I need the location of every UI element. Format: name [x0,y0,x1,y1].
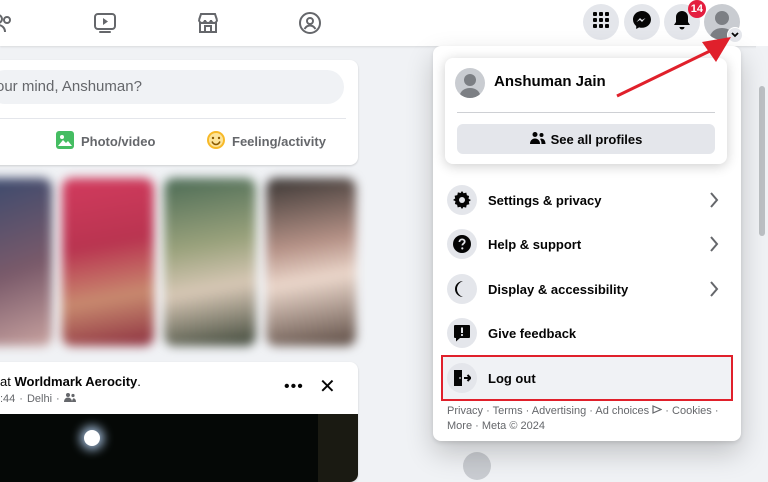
stories-row [0,178,360,346]
watch-video-icon[interactable] [92,10,118,36]
gear-icon [447,185,477,215]
footer-link-terms[interactable]: Terms [493,405,523,417]
menu-item-settings-privacy[interactable]: Settings & privacy [441,180,733,220]
chevron-down-icon[interactable] [727,27,743,43]
grid-menu-icon [593,11,609,33]
footer-copyright: Meta © 2024 [481,420,545,432]
menu-item-label: Settings & privacy [488,192,602,208]
location-link[interactable]: Worldmark Aerocity [14,374,137,389]
post-header-text: at Worldmark Aerocity. [0,374,141,389]
footer-link-advertising[interactable]: Advertising [532,405,586,417]
contact-avatar[interactable] [463,452,491,480]
footer-link-more[interactable]: More [447,420,472,432]
menu-item-help-support[interactable]: Help & support [441,224,733,264]
menu-item-label: Help & support [488,236,582,252]
ad-choices-icon [652,405,663,417]
photo-video-label: Photo/video [81,133,156,149]
story-card[interactable] [0,178,52,346]
photo-video-button[interactable]: Photo/video [55,128,155,154]
marketplace-icon[interactable] [195,10,221,36]
menu-item-label: Log out [488,370,536,386]
feeling-icon [206,130,226,153]
composer-input[interactable]: our mind, Anshuman? [0,70,344,104]
post-composer: our mind, Anshuman? Photo/video Feeling/… [0,60,358,165]
friends-icon[interactable] [0,10,14,36]
see-all-profiles-button[interactable]: See all profiles [457,124,715,154]
footer-link-privacy[interactable]: Privacy [447,405,483,417]
footer-links: Privacy · Terms · Advertising · Ad choic… [447,405,719,432]
menu-item-log-out[interactable]: Log out [441,358,733,398]
menu-item-display-accessibility[interactable]: Display & accessibility [441,269,733,309]
post-time[interactable]: :44 [0,393,15,405]
close-post-button[interactable]: ✕ [319,374,336,399]
story-card[interactable] [62,178,154,346]
footer-link-ad-choices[interactable]: Ad choices [595,405,649,417]
groups-icon[interactable] [297,10,323,36]
feeling-activity-label: Feeling/activity [232,133,326,149]
chevron-right-icon [709,235,719,258]
feedback-icon [447,318,477,348]
profile-card: Anshuman Jain See all profiles [445,58,727,164]
divider [457,112,715,113]
moon-icon [447,274,477,304]
footer-link-cookies[interactable]: Cookies [672,405,712,417]
question-icon [447,229,477,259]
see-all-profiles-label: See all profiles [550,131,643,147]
feed-post: at Worldmark Aerocity. :44 · Delhi · •••… [0,362,358,482]
story-card[interactable] [266,178,356,346]
post-meta: :44 · Delhi · [0,392,76,405]
notification-count-badge: 14 [687,0,706,18]
menu-item-give-feedback[interactable]: Give feedback [441,313,733,353]
profile-name[interactable]: Anshuman Jain [494,73,606,90]
divider [0,118,346,119]
messenger-button[interactable] [624,4,660,40]
top-navigation-bar: 14 [0,0,768,46]
messenger-icon [632,10,652,35]
menu-item-label: Give feedback [488,325,577,341]
location-prefix: at [0,374,11,389]
photo-icon [55,130,75,153]
chevron-right-icon [709,280,719,303]
scrollbar-thumb[interactable] [759,86,765,236]
menu-button[interactable] [583,4,619,40]
post-media[interactable] [0,414,318,482]
logout-icon [447,363,477,393]
more-options-button[interactable]: ••• [284,378,304,396]
post-place: Delhi [26,392,53,405]
notifications-button[interactable]: 14 [664,0,706,40]
chevron-right-icon [709,191,719,214]
story-card[interactable] [164,178,256,346]
media-light [84,430,100,446]
profiles-icon [529,131,546,148]
menu-item-label: Display & accessibility [488,281,629,297]
friends-audience-icon [63,392,76,405]
location-suffix: . [137,374,141,389]
post-media-edge [318,414,358,482]
feeling-activity-button[interactable]: Feeling/activity [206,128,326,154]
profile-avatar[interactable] [455,68,485,98]
